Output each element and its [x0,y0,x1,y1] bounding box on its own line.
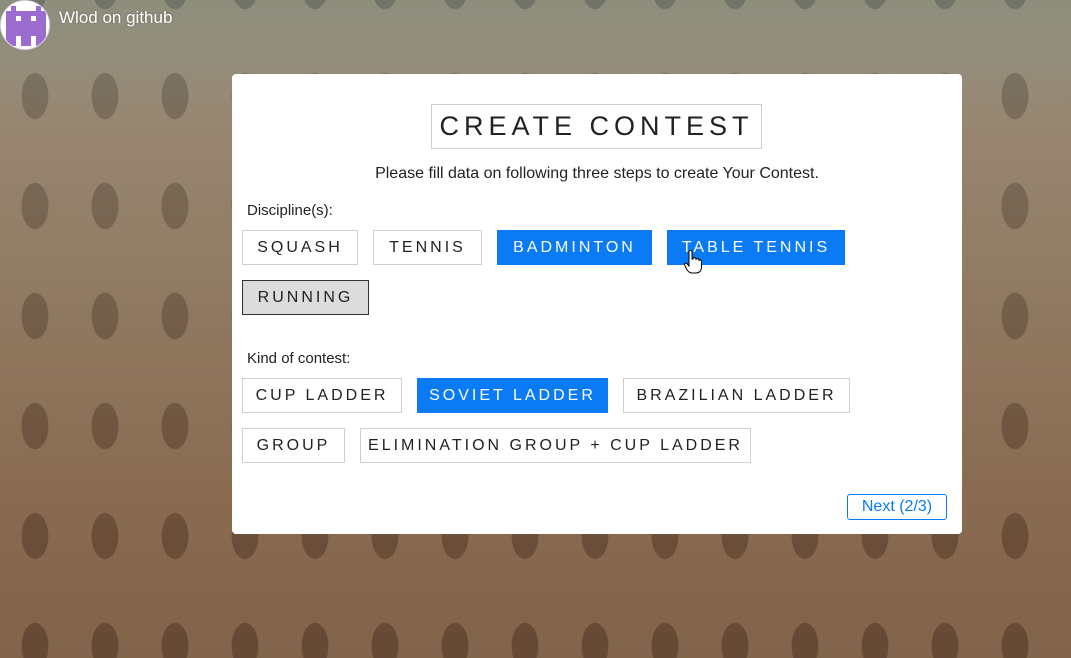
kind-brazilian-ladder-button[interactable]: BRAZILIAN LADDER [623,378,850,413]
next-button[interactable]: Next (2/3) [847,494,947,520]
pixel-avatar-icon[interactable] [0,0,50,50]
page-title: CREATE CONTEST [431,104,762,149]
discipline-running-button[interactable]: RUNNING [242,280,369,315]
create-contest-card: CREATE CONTEST Please fill data on follo… [232,74,962,534]
kind-group-button[interactable]: GROUP [242,428,345,463]
kind-cup-ladder-button[interactable]: CUP LADDER [242,378,402,413]
discipline-badminton-button[interactable]: BADMINTON [497,230,652,265]
hand-cursor-icon [684,250,702,274]
top-bar: Wlod on github [0,0,172,50]
disciplines-label: Discipline(s): [247,202,333,219]
github-link[interactable]: Wlod on github [59,8,172,28]
kind-elimination-group-cup-ladder-button[interactable]: ELIMINATION GROUP + CUP LADDER [360,428,751,463]
kind-of-contest-label: Kind of contest: [247,350,351,367]
discipline-squash-button[interactable]: SQUASH [242,230,358,265]
kind-soviet-ladder-button[interactable]: SOVIET LADDER [417,378,608,413]
subtitle: Please fill data on following three step… [375,165,819,182]
discipline-tennis-button[interactable]: TENNIS [373,230,482,265]
